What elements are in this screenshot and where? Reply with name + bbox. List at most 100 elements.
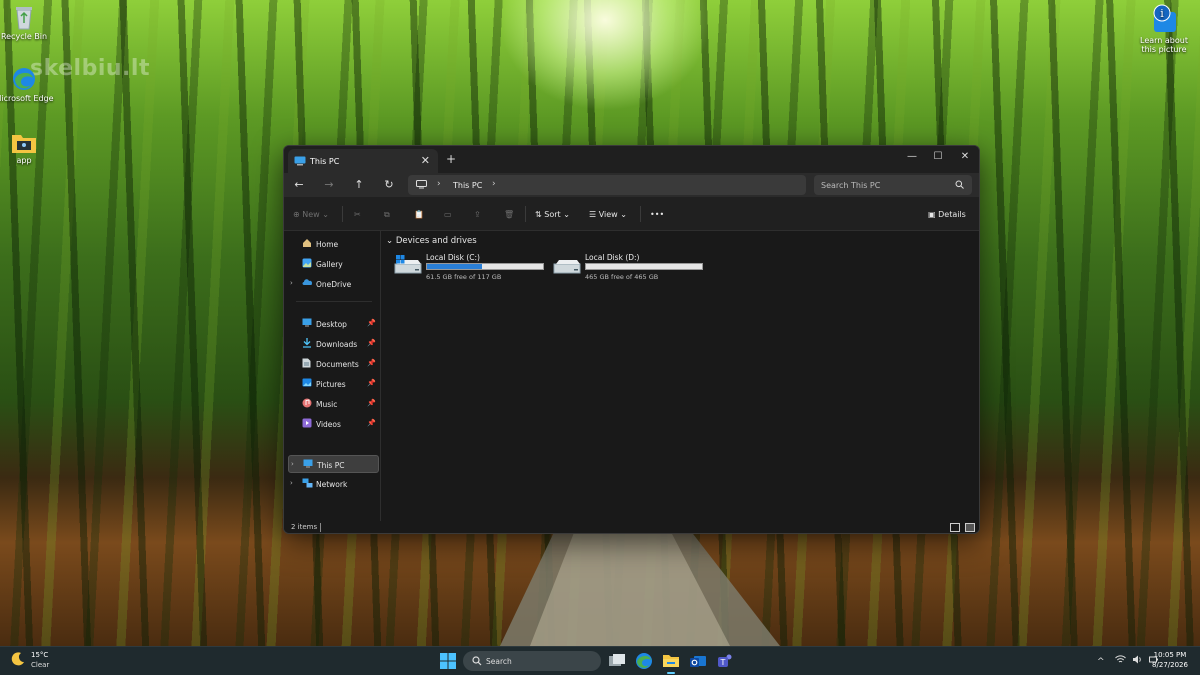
teams-icon[interactable]: T — [715, 652, 735, 670]
new-button[interactable]: ⊕ New ⌄ — [293, 208, 329, 222]
chevron-down-icon: ⌄ — [386, 236, 396, 246]
tab-close-button[interactable]: ✕ — [421, 154, 430, 167]
drive-d-item[interactable]: Local Disk (D:) 465 GB free of 465 GB — [553, 253, 708, 283]
recycle-bin-icon — [16, 7, 32, 30]
app-shortcut[interactable]: app — [0, 132, 54, 165]
details-view-button[interactable] — [950, 523, 960, 532]
start-button[interactable] — [440, 653, 456, 669]
learn-about-picture-shortcut[interactable]: i Learn about this picture — [1134, 4, 1194, 54]
new-tab-button[interactable]: + — [446, 152, 456, 166]
sidebar-label: Videos — [316, 420, 341, 429]
drive-d-icon — [553, 260, 581, 274]
pin-icon: 📌 — [367, 339, 376, 347]
edge-label: Microsoft Edge — [0, 94, 54, 103]
file-list-area: ⌄ Devices and drives Local Disk (C:) 61.… — [381, 231, 979, 521]
pc-icon — [303, 459, 313, 468]
edge-icon — [13, 68, 35, 90]
drive-c-item[interactable]: Local Disk (C:) 61.5 GB free of 117 GB — [394, 253, 549, 283]
group-header-label: Devices and drives — [395, 236, 477, 246]
wifi-icon[interactable] — [1115, 655, 1127, 664]
pin-icon: 📌 — [367, 399, 376, 407]
chevron-right-icon[interactable]: › — [290, 279, 293, 287]
sidebar-label: Music — [316, 400, 338, 409]
sidebar-item-pictures[interactable]: Pictures 📌 — [288, 375, 379, 393]
copy-icon: ⧉ — [384, 210, 390, 219]
chevron-right-icon[interactable]: › — [290, 479, 293, 487]
search-box[interactable] — [814, 175, 972, 195]
sort-label: Sort — [544, 210, 561, 219]
forward-button[interactable]: → — [320, 177, 338, 193]
sidebar-item-documents[interactable]: Documents 📌 — [288, 355, 379, 373]
rename-button[interactable]: ▭ — [444, 208, 452, 222]
command-bar: ⊕ New ⌄ ✂ ⧉ 📋 ▭ ⇪ 🗑 ⇅ Sort ⌄ ☰ View ⌄ ••… — [284, 197, 979, 231]
tab-this-pc[interactable]: This PC ✕ — [288, 149, 438, 173]
sidebar-label: Gallery — [316, 260, 343, 269]
drive-usage-bar — [585, 263, 703, 270]
minimize-button[interactable]: — — [898, 149, 926, 165]
weather-condition: Clear — [31, 661, 50, 669]
outlook-icon[interactable] — [688, 652, 708, 670]
copy-button[interactable]: ⧉ — [384, 208, 390, 222]
music-icon — [302, 398, 312, 408]
cut-button[interactable]: ✂ — [354, 208, 361, 222]
drive-free-space: 465 GB free of 465 GB — [585, 273, 659, 281]
home-icon — [303, 239, 311, 247]
document-icon — [302, 358, 311, 368]
chevron-right-icon[interactable]: › — [291, 460, 294, 468]
sidebar-label: Downloads — [316, 340, 358, 349]
close-button[interactable]: ✕ — [951, 149, 979, 165]
sidebar-item-music[interactable]: Music 📌 — [288, 395, 379, 413]
sidebar-item-desktop[interactable]: Desktop 📌 — [288, 315, 379, 333]
breadcrumb-this-pc[interactable]: This PC — [453, 181, 482, 190]
recycle-bin-label: Recycle Bin — [0, 32, 48, 41]
sidebar-item-downloads[interactable]: Downloads 📌 — [288, 335, 379, 353]
taskbar-clock[interactable]: 10:05 PM 8/27/2026 — [1148, 651, 1192, 669]
sidebar-item-videos[interactable]: Videos 📌 — [288, 415, 379, 433]
taskbar-search-label: Search — [486, 657, 512, 666]
devices-and-drives-header[interactable]: ⌄ Devices and drives — [386, 236, 477, 246]
sidebar-label: Desktop — [316, 320, 347, 329]
task-view-icon[interactable] — [607, 652, 627, 670]
recycle-bin-shortcut[interactable]: Recycle Bin — [0, 4, 54, 41]
volume-icon[interactable] — [1132, 655, 1143, 664]
search-input[interactable] — [814, 175, 972, 195]
gallery-icon — [302, 258, 312, 268]
navigation-bar: ← → ↑ ↻ › This PC › — [284, 173, 979, 197]
sidebar-item-onedrive[interactable]: › OneDrive — [288, 275, 379, 293]
up-button[interactable]: ↑ — [350, 177, 368, 193]
taskbar-search[interactable]: Search — [463, 651, 601, 671]
item-count: 2 items — [291, 523, 318, 531]
sidebar-item-this-pc[interactable]: › This PC — [288, 455, 379, 473]
more-options-button[interactable]: ••• — [650, 208, 664, 222]
breadcrumb-chevron-icon[interactable]: › — [492, 179, 496, 189]
weather-widget[interactable]: 15°C Clear — [10, 651, 49, 671]
tray-overflow-chevron-icon[interactable]: ^ — [1097, 657, 1105, 667]
clock-time: 10:05 PM — [1153, 651, 1187, 659]
file-explorer-taskbar-button[interactable] — [661, 652, 681, 674]
view-button[interactable]: ☰ View ⌄ — [589, 208, 627, 222]
wallpaper-path — [500, 530, 780, 646]
drive-free-space: 61.5 GB free of 117 GB — [426, 273, 502, 281]
sidebar-label: Home — [316, 240, 339, 249]
status-divider — [320, 523, 321, 532]
edge-shortcut[interactable]: Microsoft Edge — [0, 66, 54, 103]
sidebar-item-network[interactable]: › Network — [288, 475, 379, 493]
maximize-button[interactable]: ☐ — [924, 149, 952, 165]
refresh-button[interactable]: ↻ — [380, 177, 398, 193]
tiles-view-button[interactable] — [965, 523, 975, 532]
sort-button[interactable]: ⇅ Sort ⌄ — [535, 208, 570, 222]
weather-temperature: 15°C — [31, 651, 49, 659]
address-bar[interactable]: › This PC › — [408, 175, 806, 195]
details-button[interactable]: ▣ Details — [928, 208, 966, 222]
sidebar-item-gallery[interactable]: Gallery — [288, 255, 379, 273]
title-bar[interactable]: This PC ✕ + — ☐ ✕ — [284, 146, 979, 173]
share-button[interactable]: ⇪ — [474, 208, 481, 222]
drive-c-icon — [394, 255, 422, 274]
delete-button[interactable]: 🗑 — [504, 208, 514, 222]
back-button[interactable]: ← — [290, 177, 308, 193]
sidebar-item-home[interactable]: Home — [288, 235, 379, 253]
sidebar-label: Network — [316, 480, 348, 489]
paste-button[interactable]: 📋 — [414, 208, 424, 222]
tab-title: This PC — [310, 157, 340, 166]
edge-icon[interactable] — [634, 652, 654, 670]
